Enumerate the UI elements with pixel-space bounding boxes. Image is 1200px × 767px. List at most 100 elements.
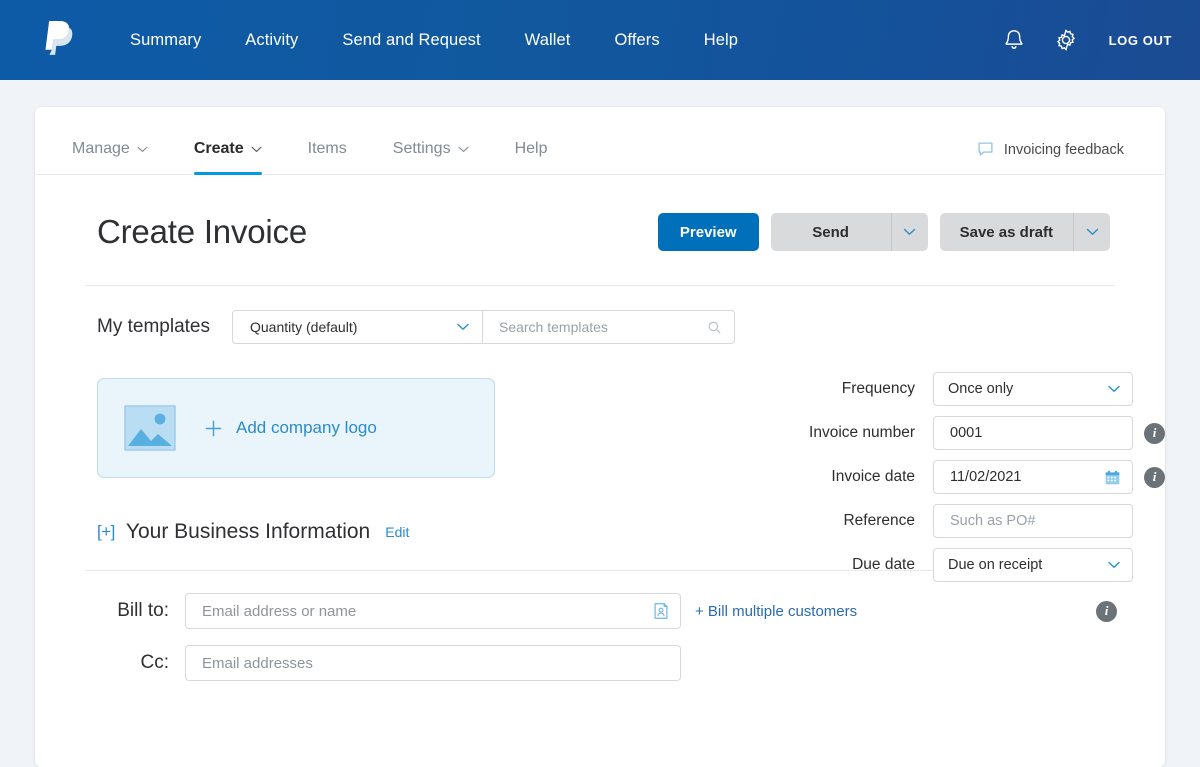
reference-field[interactable] (933, 504, 1133, 538)
templates-label: My templates (97, 316, 210, 337)
due-date-select[interactable]: Due on receipt (933, 548, 1133, 582)
nav-item-wallet[interactable]: Wallet (503, 31, 593, 50)
invoice-date-row: Invoice date i (745, 460, 1165, 494)
due-date-info-spacer (1144, 555, 1165, 576)
logout-button[interactable]: LOG OUT (1109, 33, 1172, 48)
tab-settings-label: Settings (392, 140, 451, 157)
bill-to-info-icon[interactable]: i (1096, 600, 1117, 622)
cc-row: Cc: (97, 645, 1165, 681)
chevron-down-icon (251, 146, 262, 152)
invoicing-tabbar: Manage Create Items Settings Help Invoic… (35, 107, 1165, 175)
cc-input[interactable] (200, 653, 671, 673)
tab-help-label: Help (514, 140, 548, 157)
add-company-logo-label: Add company logo (236, 418, 377, 437)
settings-gear-icon[interactable] (1053, 27, 1079, 53)
speech-bubble-icon (978, 142, 993, 156)
business-information-title: Your Business Information (125, 520, 371, 543)
invoice-date-label: Invoice date (831, 468, 915, 485)
invoice-body: Add company logo [+] Your Business Infor… (35, 344, 1165, 582)
invoice-left-column: Add company logo [+] Your Business Infor… (35, 378, 735, 544)
invoice-actions: Preview Send Save as draft (657, 213, 1110, 251)
invoice-number-row: Invoice number i (745, 416, 1165, 450)
address-book-icon[interactable] (651, 601, 671, 621)
notification-bell-icon[interactable] (1001, 27, 1027, 53)
send-dropdown-toggle[interactable] (892, 213, 928, 251)
chevron-down-icon (1108, 561, 1120, 569)
chevron-down-icon (1108, 385, 1120, 393)
due-date-value: Due on receipt (948, 557, 1043, 573)
frequency-select[interactable]: Once only (933, 372, 1133, 406)
bill-to-label: Bill to: (117, 600, 169, 621)
save-as-draft-button[interactable]: Save as draft (939, 213, 1110, 251)
tab-manage[interactable]: Manage (72, 140, 148, 174)
invoice-meta-form: Frequency Once only Invoice number i Inv… (745, 372, 1165, 592)
invoice-date-field[interactable] (933, 460, 1133, 494)
business-information-row: [+] Your Business Information Edit (97, 520, 735, 544)
frequency-info-spacer (1144, 379, 1165, 400)
bill-to-field[interactable] (185, 593, 681, 629)
template-select[interactable]: Quantity (default) (231, 310, 482, 344)
chevron-down-icon (1086, 228, 1098, 236)
invoice-number-label: Invoice number (809, 424, 915, 441)
save-dropdown-toggle[interactable] (1074, 213, 1110, 251)
tab-create-label: Create (193, 140, 244, 157)
chevron-down-icon (458, 146, 469, 152)
cc-label: Cc: (140, 652, 170, 673)
templates-controls: Quantity (default) (231, 310, 735, 344)
invoice-number-input[interactable] (948, 424, 1121, 442)
invoice-number-info-icon[interactable]: i (1144, 422, 1165, 444)
invoice-date-input[interactable] (948, 468, 1104, 486)
tab-create[interactable]: Create (193, 140, 262, 175)
frequency-label: Frequency (841, 380, 915, 397)
send-button-label: Send (812, 223, 849, 241)
search-icon[interactable] (707, 320, 722, 335)
bill-to-row: Bill to: + Bill multiple customers i (97, 593, 1165, 629)
cc-field[interactable] (185, 645, 681, 681)
frequency-row: Frequency Once only (745, 372, 1165, 406)
nav-item-summary[interactable]: Summary (108, 31, 223, 50)
bill-to-input[interactable] (200, 601, 651, 621)
save-as-draft-label: Save as draft (959, 223, 1053, 241)
page-title-row: Create Invoice Preview Send Save as draf… (35, 175, 1165, 263)
add-company-logo-dropzone[interactable]: Add company logo (97, 378, 495, 478)
tab-items-label: Items (307, 140, 347, 157)
chevron-down-icon (903, 228, 916, 236)
edit-business-info-link[interactable]: Edit (385, 524, 409, 540)
invoice-number-field[interactable] (933, 416, 1133, 450)
plus-icon (205, 420, 222, 436)
due-date-label: Due date (852, 556, 915, 573)
global-header: Summary Activity Send and Request Wallet… (0, 0, 1200, 80)
image-placeholder-icon (124, 405, 176, 451)
send-button[interactable]: Send (770, 213, 928, 251)
nav-item-help[interactable]: Help (682, 31, 760, 50)
due-date-row: Due date Due on receipt (745, 548, 1165, 582)
reference-input[interactable] (948, 512, 1121, 530)
template-search[interactable] (481, 310, 735, 344)
reference-row: Reference (745, 504, 1165, 538)
bill-multiple-customers-link[interactable]: + Bill multiple customers (695, 603, 857, 620)
reference-label: Reference (843, 512, 915, 529)
template-select-value: Quantity (default) (249, 319, 358, 335)
nav-item-send-and-request[interactable]: Send and Request (320, 31, 502, 50)
invoicing-feedback-label: Invoicing feedback (1003, 141, 1124, 158)
nav-item-activity[interactable]: Activity (223, 31, 320, 50)
page-title: Create Invoice (97, 213, 307, 250)
nav-item-offers[interactable]: Offers (593, 31, 682, 50)
templates-row: My templates Quantity (default) (35, 286, 1165, 344)
tab-items[interactable]: Items (308, 140, 347, 174)
preview-button[interactable]: Preview (657, 213, 759, 251)
calendar-icon[interactable] (1104, 469, 1121, 486)
paypal-logo-icon[interactable] (40, 21, 74, 59)
header-actions: LOG OUT (1001, 27, 1172, 53)
tab-help[interactable]: Help (515, 140, 548, 174)
tab-settings[interactable]: Settings (393, 140, 469, 174)
reference-info-spacer (1144, 511, 1165, 532)
frequency-value: Once only (948, 381, 1014, 397)
invoicing-feedback-link[interactable]: Invoicing feedback (977, 141, 1124, 174)
expand-business-info-button[interactable]: [+] (97, 522, 115, 542)
primary-nav: Summary Activity Send and Request Wallet… (108, 31, 760, 50)
template-search-input[interactable] (496, 318, 707, 336)
chevron-down-icon (457, 323, 469, 331)
invoicing-card: Manage Create Items Settings Help Invoic… (35, 107, 1165, 767)
invoice-date-info-icon[interactable]: i (1144, 466, 1165, 488)
